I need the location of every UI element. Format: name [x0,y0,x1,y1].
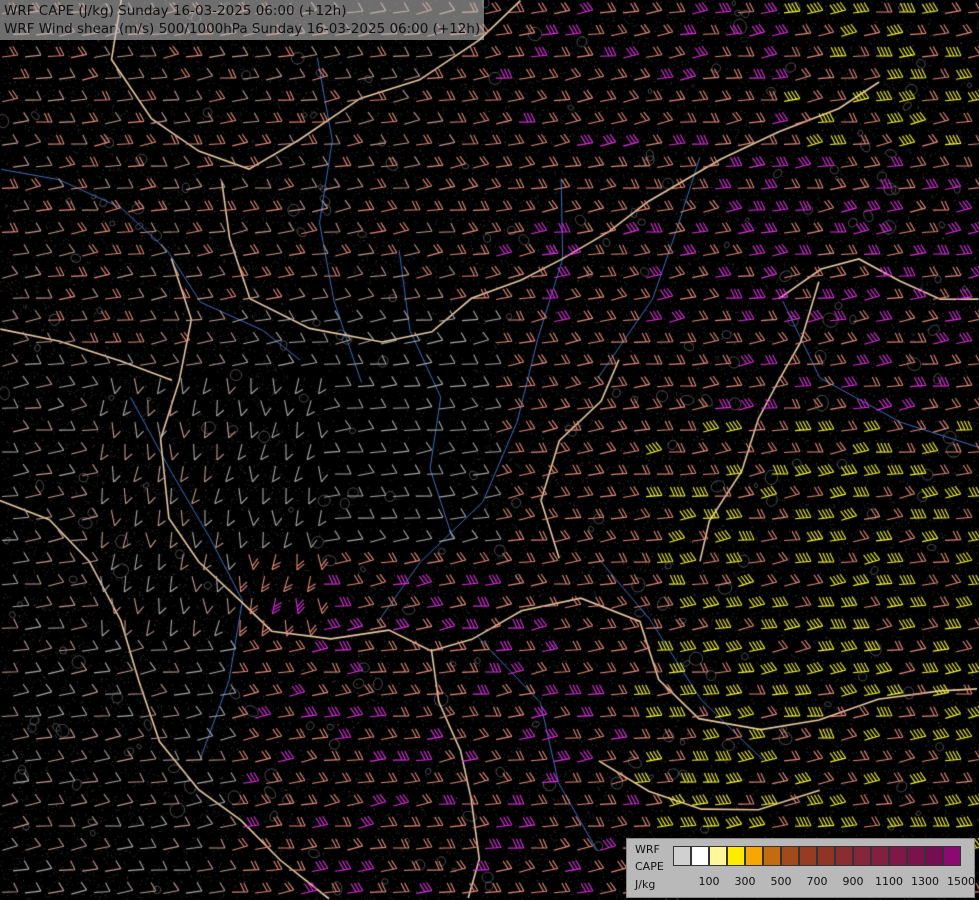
legend-swatch [835,846,853,866]
legend-tick: 1300 [911,875,939,888]
legend-swatch [853,846,871,866]
legend-tick: 500 [770,875,792,888]
legend-swatch [925,846,943,866]
legend-tick: 1100 [875,875,903,888]
legend-swatch [943,846,961,866]
wind-shear-map [0,0,979,900]
legend-swatch [799,846,817,866]
legend-tick: 900 [842,875,864,888]
legend-swatch [871,846,889,866]
cape-legend: WRF CAPE J/kg 100 300 500 700 900 1100 1300 150… [626,838,975,898]
legend-color-scale [673,846,961,866]
map-title: WRF CAPE (J/kg) Sunday 16-03-2025 06:00 … [0,0,485,40]
cape-title: WRF CAPE (J/kg) Sunday 16-03-2025 06:00 … [4,3,347,19]
legend-swatch [763,846,781,866]
legend-swatch [781,846,799,866]
legend-swatch [709,846,727,866]
legend-label-unit: J/kg [635,878,656,891]
legend-swatch [673,846,691,866]
legend-tick-labels: 100 300 500 700 900 1100 1300 1500 [673,875,976,889]
legend-label-field: CAPE [635,860,664,873]
legend-tick: 100 [698,875,720,888]
legend-tick: 1500 [947,875,975,888]
legend-swatch [691,846,709,866]
legend-swatch [907,846,925,866]
shear-title: WRF Wind shear (m/s) 500/1000hPa Sunday … [4,21,481,37]
legend-tick: 300 [734,875,756,888]
legend-swatch [745,846,763,866]
legend-label-model: WRF [635,843,660,856]
legend-swatch [889,846,907,866]
legend-swatch [817,846,835,866]
legend-tick: 700 [806,875,828,888]
legend-swatch [727,846,745,866]
